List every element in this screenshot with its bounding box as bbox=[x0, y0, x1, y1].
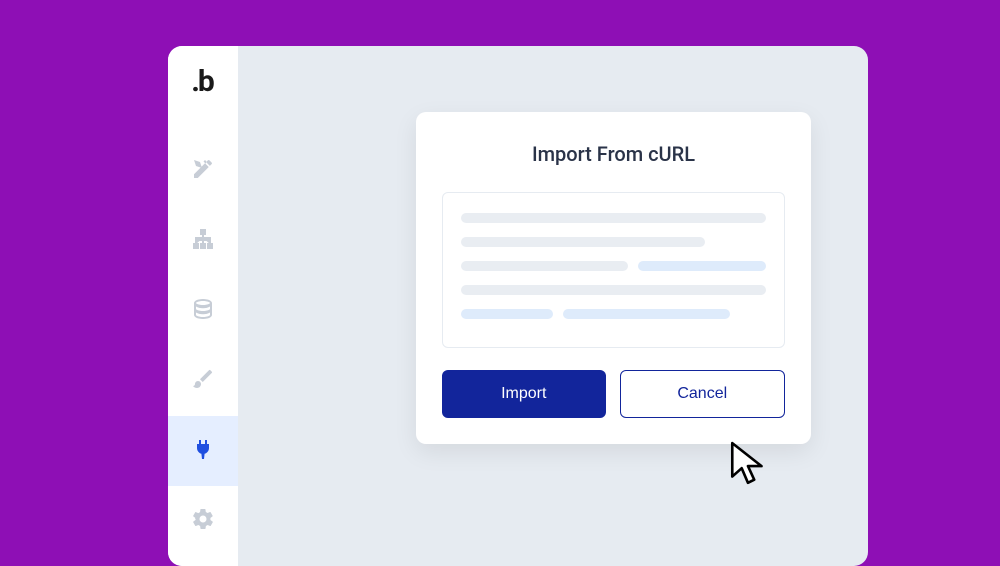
sidebar-item-data[interactable] bbox=[168, 276, 238, 346]
sitemap-icon bbox=[191, 227, 215, 255]
sidebar: .b bbox=[168, 46, 238, 566]
curl-input[interactable] bbox=[442, 192, 785, 348]
cancel-button[interactable]: Cancel bbox=[620, 370, 786, 418]
brush-icon bbox=[191, 367, 215, 395]
sidebar-item-styles[interactable] bbox=[168, 346, 238, 416]
sidebar-item-workflow[interactable] bbox=[168, 206, 238, 276]
content-area: Import From cURL Import Cancel bbox=[238, 46, 868, 566]
modal-button-row: Import Cancel bbox=[442, 370, 785, 418]
sidebar-item-plugins[interactable] bbox=[168, 416, 238, 486]
cursor-pointer-icon bbox=[728, 441, 770, 487]
plug-icon bbox=[191, 437, 215, 465]
import-curl-modal: Import From cURL Import Cancel bbox=[416, 112, 811, 444]
app-logo: .b bbox=[168, 46, 238, 116]
gear-icon bbox=[191, 507, 215, 535]
sidebar-item-settings[interactable] bbox=[168, 486, 238, 556]
app-window: .b bbox=[168, 46, 868, 566]
modal-title: Import From cURL bbox=[442, 142, 785, 166]
design-icon bbox=[191, 157, 215, 185]
database-icon bbox=[191, 297, 215, 325]
import-button[interactable]: Import bbox=[442, 370, 606, 418]
sidebar-item-design[interactable] bbox=[168, 136, 238, 206]
